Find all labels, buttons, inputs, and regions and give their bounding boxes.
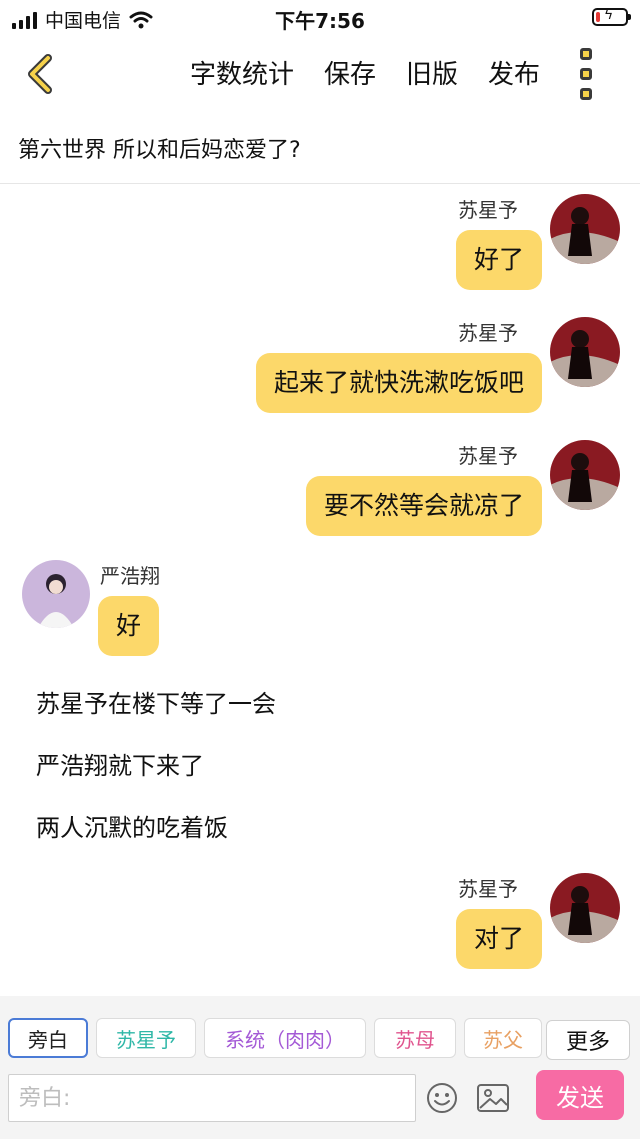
- status-time: 下午7:56: [275, 9, 365, 33]
- message-bubble[interactable]: 要不然等会就凉了: [305, 476, 542, 536]
- avatar[interactable]: [550, 873, 620, 943]
- toolbar-actions: 字数统计 保存 旧版 发布: [190, 54, 540, 91]
- save-button[interactable]: 保存: [324, 54, 376, 91]
- narration-text[interactable]: 两人沉默的吃着饭: [36, 808, 228, 843]
- message-bubble[interactable]: 对了: [455, 909, 542, 969]
- message-bubble[interactable]: 好: [98, 596, 160, 656]
- sender-name: 苏星予: [458, 321, 518, 345]
- composer: 旁白 苏星予 系统（肉肉） 苏母 苏父 更多 发送: [0, 996, 640, 1139]
- message-bubble[interactable]: 起来了就快洗漱吃饭吧: [255, 353, 542, 413]
- status-bar: 中国电信 下午7:56 ϟ: [0, 0, 640, 36]
- narration-text[interactable]: 苏星予在楼下等了一会: [36, 684, 276, 719]
- sender-name: 苏星予: [458, 444, 518, 468]
- message-input[interactable]: [8, 1074, 416, 1122]
- sender-name: 苏星予: [458, 877, 518, 901]
- top-toolbar: 字数统计 保存 旧版 发布: [0, 36, 640, 112]
- role-chip-su-father[interactable]: 苏父: [464, 1018, 542, 1058]
- more-menu-icon[interactable]: [580, 48, 602, 100]
- sender-name: 苏星予: [458, 198, 518, 222]
- publish-button[interactable]: 发布: [488, 54, 540, 91]
- message-bubble[interactable]: 好了: [455, 230, 542, 290]
- back-chevron-icon[interactable]: [20, 52, 60, 96]
- chapter-title: 第六世界 所以和后妈恋爱了?: [18, 138, 301, 163]
- chat-area[interactable]: 苏星予 好了 苏星予 起来了就快洗漱吃饭吧 苏星予 要不然等会就凉了 严浩翔 好…: [0, 184, 640, 996]
- more-roles-button[interactable]: 更多: [546, 1020, 630, 1060]
- old-version-button[interactable]: 旧版: [406, 54, 458, 91]
- sender-name: 严浩翔: [100, 564, 160, 588]
- role-chip-su-mother[interactable]: 苏母: [374, 1018, 456, 1058]
- role-chip-narrator[interactable]: 旁白: [8, 1018, 88, 1058]
- avatar[interactable]: [22, 560, 90, 628]
- narration-text[interactable]: 严浩翔就下来了: [36, 746, 204, 781]
- role-chip-su-xingyu[interactable]: 苏星予: [96, 1018, 196, 1058]
- image-icon[interactable]: [476, 1082, 510, 1114]
- role-selector: 旁白 苏星予 系统（肉肉） 苏母 苏父: [8, 1018, 542, 1058]
- avatar[interactable]: [550, 440, 620, 510]
- battery-icon: ϟ: [592, 7, 631, 26]
- avatar[interactable]: [550, 194, 620, 264]
- role-chip-system[interactable]: 系统（肉肉）: [204, 1018, 366, 1058]
- emoji-icon[interactable]: [426, 1082, 458, 1114]
- avatar[interactable]: [550, 317, 620, 387]
- word-count-button[interactable]: 字数统计: [190, 54, 294, 91]
- send-button[interactable]: 发送: [536, 1070, 624, 1120]
